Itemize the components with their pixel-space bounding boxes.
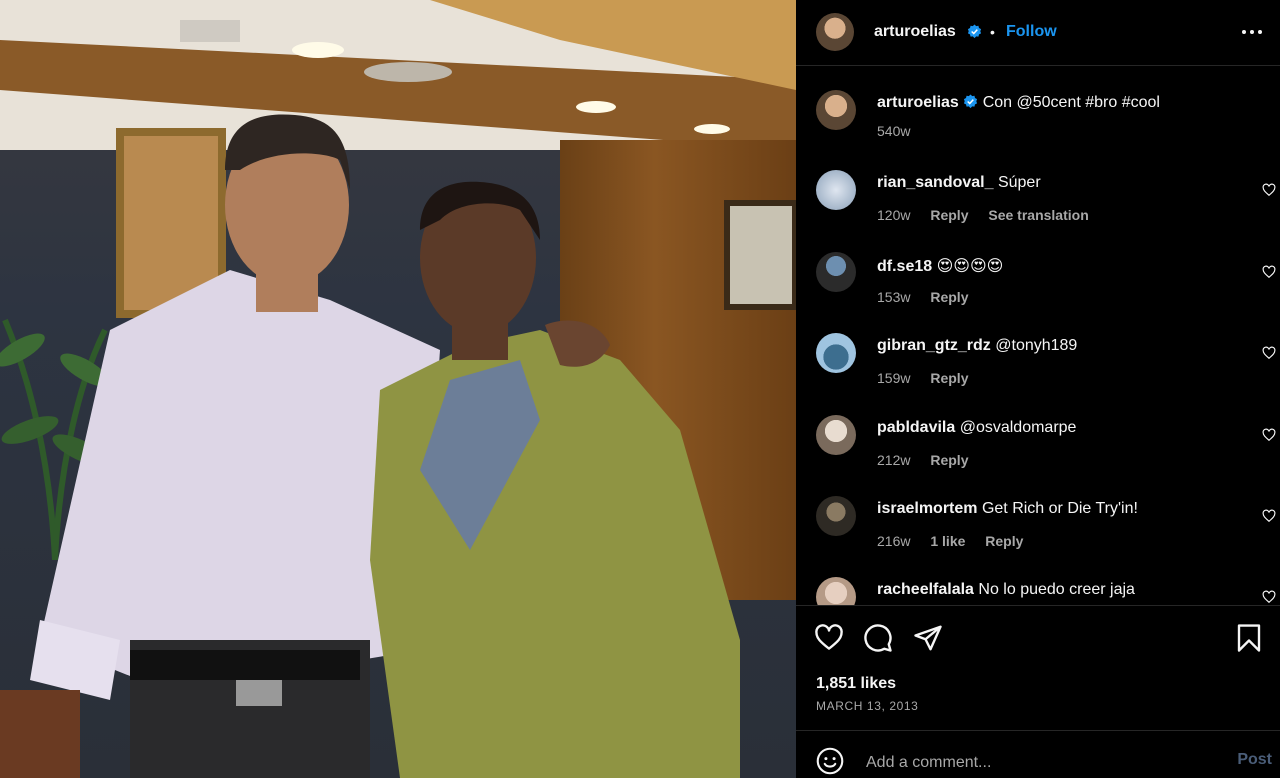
caption-text: arturoelias Con @50cent #bro #cool	[877, 94, 1160, 112]
caption-age: 540w	[877, 123, 911, 139]
commenter-username[interactable]: israelmortem	[877, 500, 978, 517]
share-icon[interactable]	[913, 623, 943, 653]
comment-text: israelmortem Get Rich or Die Try'in!	[877, 500, 1138, 518]
post-panel: arturoelias • Follow arturoelias Con @50…	[796, 0, 1280, 778]
comment-text: df.se18 😍😍😍😍	[877, 256, 1003, 276]
comment-row: israelmortem Get Rich or Die Try'in! 216…	[796, 496, 1280, 576]
comment-age: 212w	[877, 452, 911, 468]
comment-age: 159w	[877, 370, 911, 386]
reply-button[interactable]: Reply	[930, 370, 968, 386]
likes-count[interactable]: 1,851 likes	[816, 675, 896, 693]
comment-body: Get Rich or Die Try'in!	[981, 500, 1138, 517]
comment-row: rian_sandoval_ Súper 120w Reply See tran…	[796, 170, 1280, 250]
comment-input[interactable]	[864, 749, 1208, 777]
separator-dot: •	[990, 24, 995, 40]
comment-row: racheelfalala No lo puedo creer jaja	[796, 577, 1280, 605]
comment-composer: Post	[796, 730, 1280, 778]
comment-body: No lo puedo creer jaja	[978, 581, 1135, 598]
like-comment-heart-icon[interactable]	[1262, 265, 1276, 279]
commenter-username[interactable]: rian_sandoval_	[877, 174, 994, 191]
comment-icon[interactable]	[863, 623, 893, 653]
comment-body: @osvaldomarpe	[959, 419, 1077, 436]
reply-button[interactable]: Reply	[930, 207, 968, 223]
comment-row: gibran_gtz_rdz @tonyh189 159w Reply	[796, 333, 1280, 413]
comment-meta: 216w 1 like Reply	[877, 533, 1039, 549]
comment-text: racheelfalala No lo puedo creer jaja	[877, 581, 1135, 599]
comment-row: pabldavila @osvaldomarpe 212w Reply	[796, 415, 1280, 495]
reply-button[interactable]: Reply	[985, 533, 1023, 549]
author-avatar[interactable]	[816, 13, 854, 51]
comment-meta: 120w Reply See translation	[877, 207, 1105, 223]
comment-likes-count[interactable]: 1 like	[930, 533, 965, 549]
post-actions: 1,851 likes MARCH 13, 2013	[796, 605, 1280, 745]
post-comment-button[interactable]: Post	[1237, 751, 1272, 769]
emoji-icon[interactable]	[816, 747, 844, 775]
commenter-avatar[interactable]	[816, 170, 856, 210]
commenter-username[interactable]: gibran_gtz_rdz	[877, 337, 991, 354]
commenter-avatar[interactable]	[816, 577, 856, 605]
comment-body: 😍😍😍😍	[936, 258, 1004, 275]
comment-body: @tonyh189	[995, 337, 1078, 354]
commenter-avatar[interactable]	[816, 415, 856, 455]
reply-button[interactable]: Reply	[930, 452, 968, 468]
follow-button[interactable]: Follow	[1006, 23, 1057, 41]
heart-icon[interactable]	[814, 623, 844, 653]
like-comment-heart-icon[interactable]	[1262, 183, 1276, 197]
commenter-username[interactable]: df.se18	[877, 258, 932, 275]
comment-text: pabldavila @osvaldomarpe	[877, 419, 1076, 437]
caption-username[interactable]: arturoelias	[877, 94, 959, 111]
comment-meta: 212w Reply	[877, 452, 984, 468]
like-comment-heart-icon[interactable]	[1262, 346, 1276, 360]
author-username[interactable]: arturoelias	[874, 23, 956, 41]
magazine-stack	[0, 690, 80, 778]
verified-badge-icon	[964, 94, 978, 109]
commenter-avatar[interactable]	[816, 252, 856, 292]
author-avatar[interactable]	[816, 90, 856, 130]
comment-meta: 153w Reply	[877, 289, 984, 305]
like-comment-heart-icon[interactable]	[1262, 428, 1276, 442]
like-comment-heart-icon[interactable]	[1262, 509, 1276, 523]
comment-age: 120w	[877, 207, 911, 223]
post-date: MARCH 13, 2013	[816, 699, 919, 713]
comments-list[interactable]: arturoelias Con @50cent #bro #cool 540w …	[796, 67, 1280, 605]
comment-age: 153w	[877, 289, 911, 305]
comment-text: gibran_gtz_rdz @tonyh189	[877, 337, 1077, 355]
see-translation-button[interactable]: See translation	[988, 207, 1088, 223]
comment-row: df.se18 😍😍😍😍 153w Reply	[796, 252, 1280, 332]
comment-body: Súper	[997, 174, 1041, 191]
caption-meta: 540w	[877, 123, 926, 139]
post-photo[interactable]	[0, 0, 796, 778]
comment-age: 216w	[877, 533, 911, 549]
bookmark-icon[interactable]	[1234, 623, 1264, 653]
commenter-username[interactable]: racheelfalala	[877, 581, 974, 598]
reply-button[interactable]: Reply	[930, 289, 968, 305]
commenter-avatar[interactable]	[816, 496, 856, 536]
post-header: arturoelias • Follow	[796, 0, 1280, 66]
comment-text: rian_sandoval_ Súper	[877, 174, 1041, 192]
caption-body: Con @50cent #bro #cool	[982, 94, 1160, 111]
verified-badge-icon	[967, 24, 982, 39]
comment-meta: 159w Reply	[877, 370, 984, 386]
more-horizontal-icon[interactable]	[1240, 22, 1264, 42]
people-illustration	[30, 114, 740, 778]
commenter-username[interactable]: pabldavila	[877, 419, 955, 436]
caption: arturoelias Con @50cent #bro #cool 540w	[796, 90, 1280, 170]
like-comment-heart-icon[interactable]	[1262, 590, 1276, 604]
commenter-avatar[interactable]	[816, 333, 856, 373]
